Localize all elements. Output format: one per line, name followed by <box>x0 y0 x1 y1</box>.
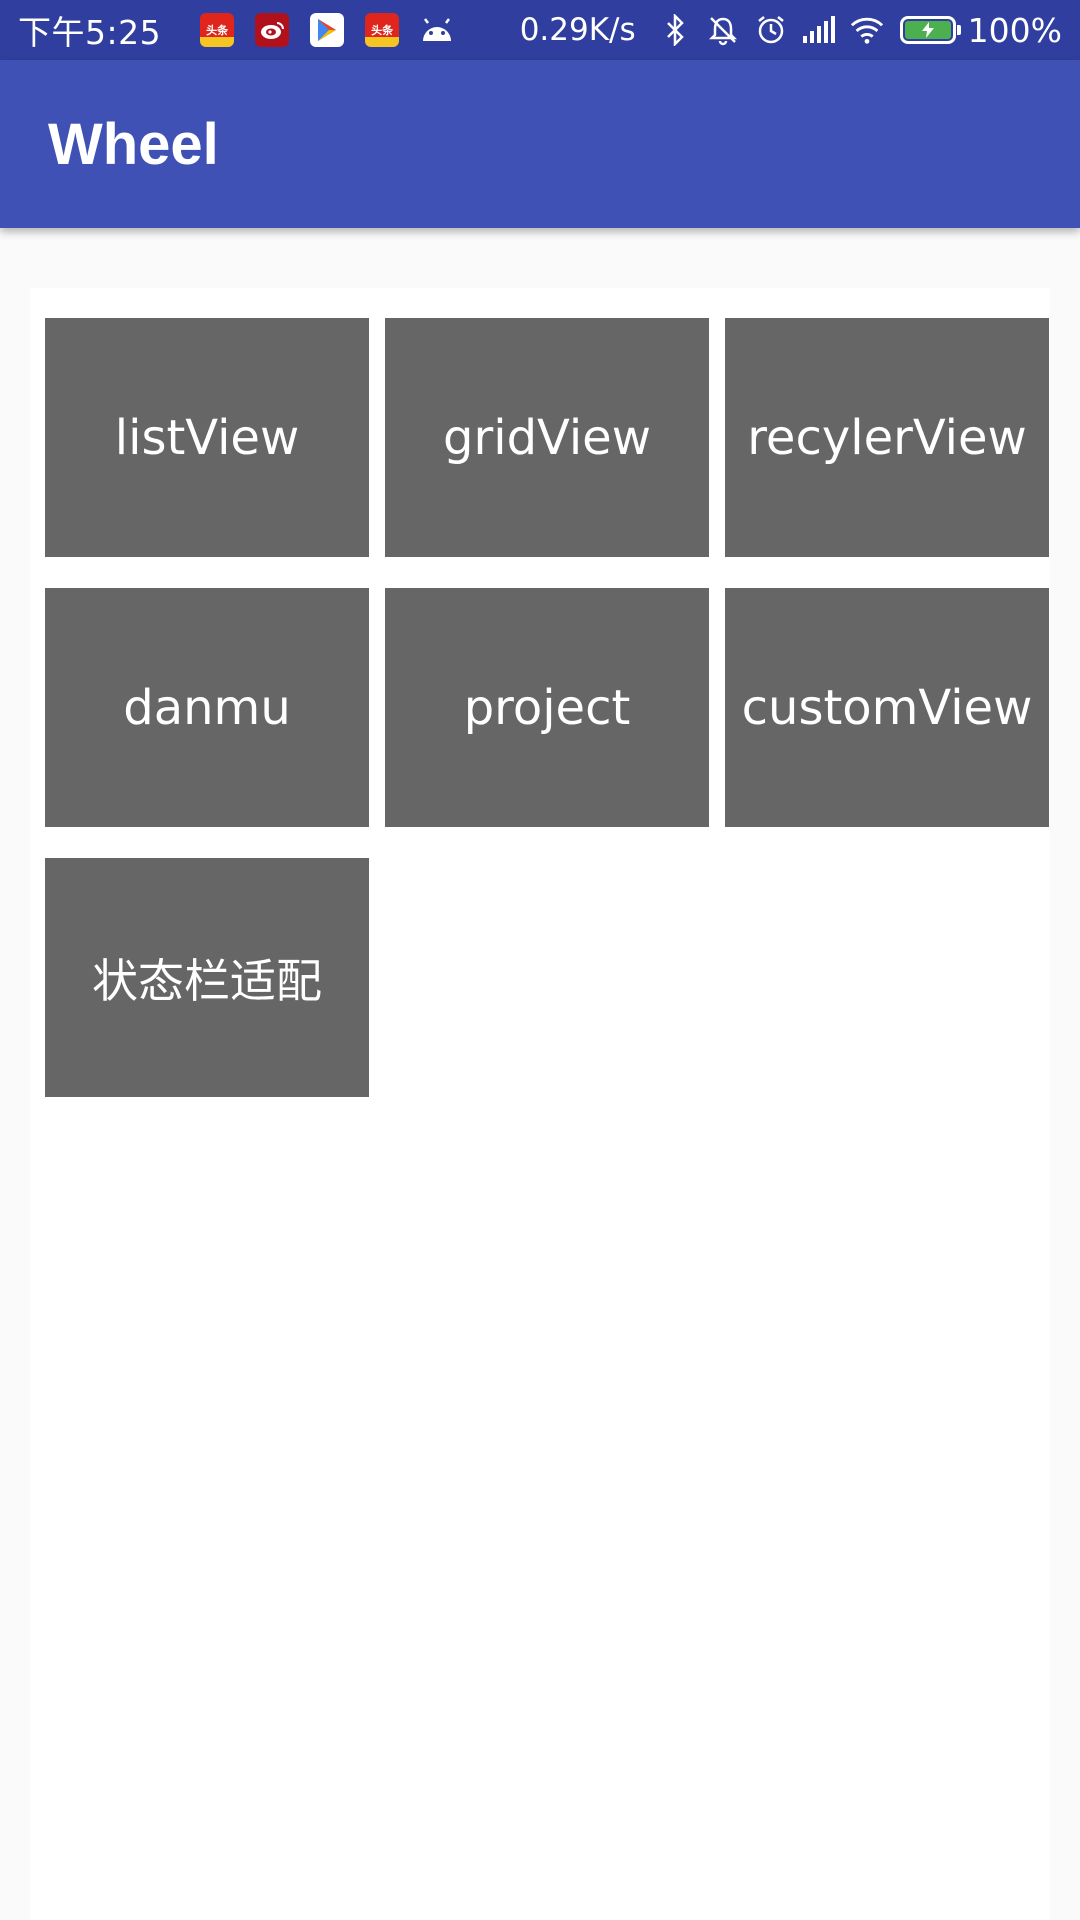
toutiao-icon: 头条 <box>365 13 400 47</box>
grid-item-customview[interactable]: customView <box>725 588 1049 827</box>
play-store-icon <box>310 13 345 47</box>
signal-icon <box>802 13 836 47</box>
toutiao-icon: 头条 <box>200 13 235 47</box>
status-time: 下午5:25 <box>18 13 162 52</box>
grid-item-gridview[interactable]: gridView <box>385 318 709 557</box>
grid-item-listview[interactable]: listView <box>45 318 369 557</box>
grid-item-project[interactable]: project <box>385 588 709 827</box>
weibo-icon <box>255 13 290 47</box>
wifi-icon <box>850 13 884 47</box>
battery-percent: 100% <box>967 10 1062 50</box>
android-icon <box>420 13 454 47</box>
grid-item-recyclerview[interactable]: recylerView <box>725 318 1049 557</box>
grid-container: listView gridView recylerView danmu proj… <box>30 288 1050 1920</box>
app-bar: Wheel <box>0 60 1080 228</box>
status-bar-right: 0.29K/s 100% <box>520 11 1062 50</box>
grid-item-status-bar-adaptation[interactable]: 状态栏适配 <box>45 858 369 1097</box>
alarm-icon <box>754 13 788 47</box>
grid-item-danmu[interactable]: danmu <box>45 588 369 827</box>
status-bar: 下午5:25 头条 头条 0.29K/s 100% <box>0 0 1080 60</box>
bluetooth-icon <box>658 13 692 47</box>
page-title: Wheel <box>48 111 219 177</box>
status-bar-left: 下午5:25 头条 头条 <box>18 6 454 54</box>
battery-level-fill <box>904 21 951 39</box>
battery-charging-icon <box>899 16 961 44</box>
mute-icon <box>706 13 740 47</box>
network-speed: 0.29K/s <box>519 12 636 48</box>
